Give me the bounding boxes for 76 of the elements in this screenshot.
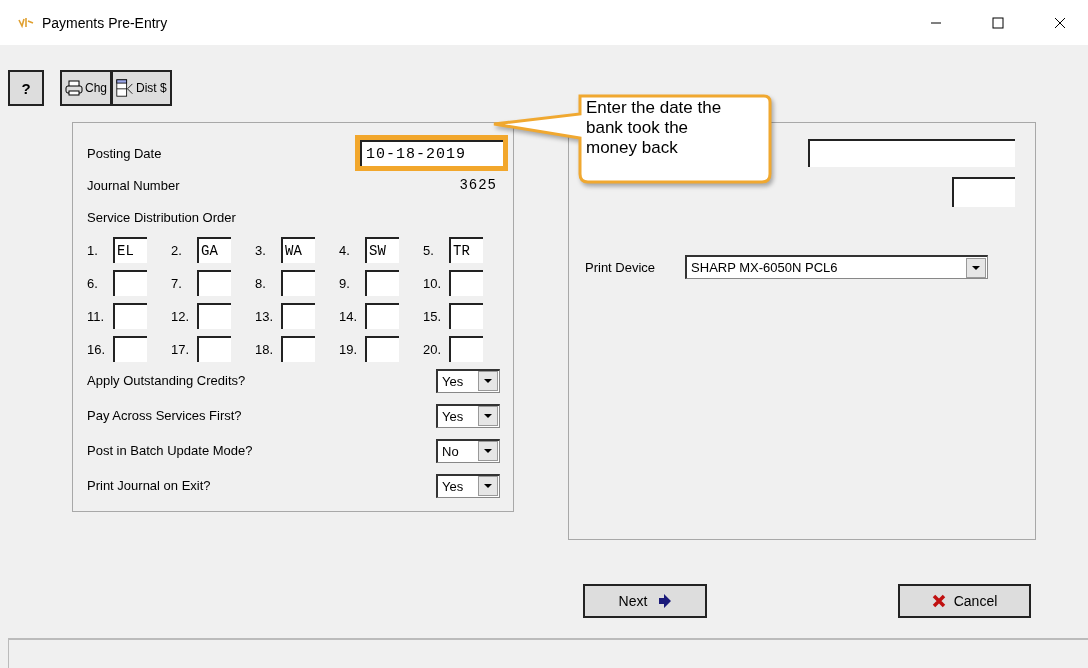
slot-number: 16. <box>87 341 107 357</box>
service-code-field[interactable] <box>113 336 147 362</box>
help-button[interactable]: ? <box>8 70 44 106</box>
slot-number: 19. <box>339 341 359 357</box>
service-code-field[interactable]: EL <box>113 237 147 263</box>
service-code-field[interactable] <box>197 303 231 329</box>
slot-number: 7. <box>171 275 183 291</box>
callout-text: Enter the date the bank took the money back <box>586 98 723 158</box>
field-label: Journal Number <box>87 177 180 193</box>
journal-number: 3625 <box>459 177 498 193</box>
dropdown-arrow-icon <box>972 265 981 270</box>
slot-number: 15. <box>423 308 443 324</box>
maximize-icon[interactable] <box>992 16 1004 29</box>
text-field[interactable] <box>808 139 1015 167</box>
change-printer-button[interactable]: Chg <box>60 70 112 106</box>
dropdown-arrow-icon <box>484 379 492 383</box>
app-logo-icon <box>18 16 34 29</box>
service-code-field[interactable] <box>197 270 231 296</box>
slot-number: 2. <box>171 242 183 258</box>
service-code-field[interactable] <box>365 303 399 329</box>
column-arrow-icon <box>116 77 134 99</box>
service-code-field[interactable] <box>281 303 315 329</box>
yes-no-dropdown[interactable]: Yes <box>436 473 500 498</box>
slot-number: 13. <box>255 308 275 324</box>
service-code-field[interactable] <box>197 336 231 362</box>
cancel-x-icon <box>931 594 946 608</box>
dropdown-arrow-icon <box>484 484 492 488</box>
slot-number: 8. <box>255 275 267 291</box>
service-code-field[interactable] <box>449 270 483 296</box>
window-title: Payments Pre-Entry <box>42 14 168 31</box>
option-label: Pay Across Services First? <box>87 408 242 423</box>
service-code-field[interactable] <box>365 336 399 362</box>
service-code-field[interactable]: WA <box>281 237 315 263</box>
slot-number: 18. <box>255 341 275 357</box>
field-label: Print Device <box>585 259 656 275</box>
slot-number: 6. <box>87 275 99 291</box>
slot-number: 20. <box>423 341 443 357</box>
field-label: Posting Date <box>87 145 162 161</box>
slot-number: 1. <box>87 242 99 258</box>
option-label: Post in Batch Update Mode? <box>87 443 253 458</box>
cancel-button[interactable]: Cancel <box>898 584 1031 618</box>
slot-number: 10. <box>423 275 443 291</box>
slot-number: 12. <box>171 308 191 324</box>
service-code-field[interactable] <box>113 270 147 296</box>
slot-number: 3. <box>255 242 267 258</box>
service-code-field[interactable]: SW <box>365 237 399 263</box>
close-icon[interactable] <box>1054 16 1066 29</box>
service-code-field[interactable]: TR <box>449 237 483 263</box>
section-label: Service Distribution Order <box>87 209 236 225</box>
text-field[interactable] <box>952 177 1015 207</box>
yes-no-dropdown[interactable]: No <box>436 438 500 463</box>
dropdown-arrow-icon <box>484 449 492 453</box>
service-code-field[interactable] <box>365 270 399 296</box>
slot-number: 17. <box>171 341 191 357</box>
option-label: Print Journal on Exit? <box>87 478 211 493</box>
slot-number: 5. <box>423 242 435 258</box>
posting-date-field[interactable]: 10-18-2019 <box>360 140 503 166</box>
slot-number: 11. <box>87 308 106 324</box>
yes-no-dropdown[interactable]: Yes <box>436 368 500 393</box>
service-code-field[interactable] <box>113 303 147 329</box>
service-code-field[interactable] <box>281 336 315 362</box>
distribution-button[interactable]: Dist $ <box>112 70 172 106</box>
option-label: Apply Outstanding Credits? <box>87 373 246 388</box>
service-code-field[interactable]: GA <box>197 237 231 263</box>
print-device-dropdown[interactable]: SHARP MX-6050N PCL6 <box>685 255 989 279</box>
slot-number: 9. <box>339 275 351 291</box>
printer-icon <box>65 80 83 96</box>
service-code-field[interactable] <box>281 270 315 296</box>
service-code-field[interactable] <box>449 303 483 329</box>
slot-number: 4. <box>339 242 351 258</box>
slot-number: 14. <box>339 308 359 324</box>
next-button[interactable]: Next <box>583 584 707 618</box>
dropdown-arrow-icon <box>484 414 492 418</box>
yes-no-dropdown[interactable]: Yes <box>436 403 500 428</box>
arrow-right-icon <box>659 594 672 608</box>
service-code-field[interactable] <box>449 336 483 362</box>
